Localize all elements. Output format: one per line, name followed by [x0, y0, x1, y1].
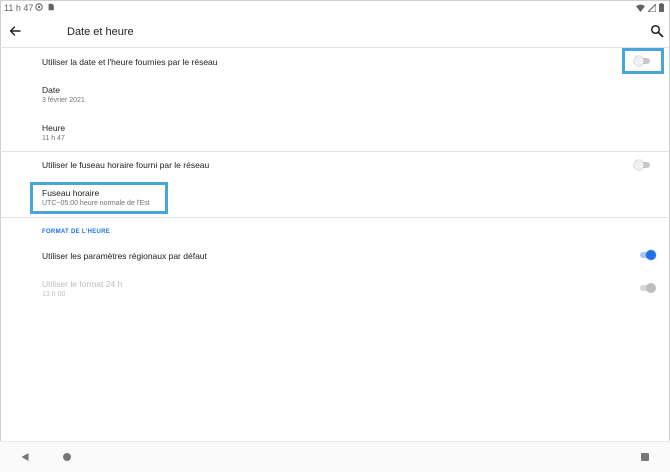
nav-back-icon[interactable] — [20, 452, 30, 462]
network-timezone-toggle[interactable] — [634, 159, 652, 171]
divider — [0, 47, 670, 48]
time-value: 11 h 47 — [42, 135, 65, 142]
status-icons-right — [636, 3, 664, 12]
locale-default-toggle[interactable] — [638, 249, 656, 261]
settings-status-icon — [35, 3, 43, 11]
wifi-icon — [636, 3, 645, 12]
status-bar: 11 h 47 — [0, 0, 670, 16]
signal-icon — [648, 3, 656, 12]
navigation-bar — [0, 441, 670, 472]
sim-card-icon — [48, 3, 54, 11]
time-format-section-header: FORMAT DE L'HEURE — [42, 229, 111, 235]
divider — [0, 151, 670, 152]
divider — [0, 217, 670, 218]
app-bar: Date et heure — [0, 16, 670, 46]
battery-icon — [659, 3, 664, 12]
locale-default-label: Utiliser les paramètres régionaux par dé… — [42, 251, 207, 261]
arrow-left-icon[interactable] — [8, 24, 22, 38]
search-icon[interactable] — [650, 24, 664, 38]
network-time-label: Utiliser la date et l'heure fournies par… — [42, 57, 218, 67]
screen-frame — [0, 0, 670, 472]
format-24h-toggle — [638, 282, 656, 294]
page-title: Date et heure — [67, 26, 134, 38]
nav-recents-icon[interactable] — [641, 453, 649, 461]
network-timezone-label: Utiliser le fuseau horaire fourni par le… — [42, 160, 210, 170]
format-24h-label: Utiliser le format 24 h — [42, 279, 123, 289]
network-time-toggle-highlight — [622, 48, 664, 74]
format-24h-value: 13 h 00 — [42, 291, 66, 298]
nav-home-icon[interactable] — [63, 453, 71, 461]
time-label: Heure — [42, 123, 66, 133]
date-label: Date — [42, 85, 60, 95]
timezone-highlight — [30, 182, 168, 214]
status-time: 11 h 47 — [4, 3, 34, 13]
date-value: 3 février 2021 — [42, 97, 85, 104]
